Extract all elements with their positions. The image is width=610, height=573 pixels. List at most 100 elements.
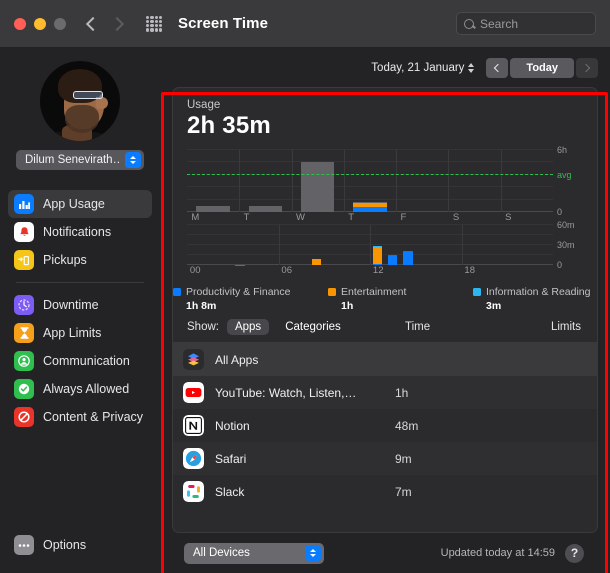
x-axis-tick-label: T xyxy=(348,212,355,223)
date-label: Today, 21 January xyxy=(371,62,465,74)
hourly-x-axis: 00 06 12 18 xyxy=(187,265,585,278)
search-icon xyxy=(464,18,474,29)
legend-label: Productivity & Finance xyxy=(186,286,291,298)
app-row[interactable]: Slack 7m xyxy=(173,475,597,508)
grid-apps-icon[interactable] xyxy=(146,15,162,32)
tab-apps[interactable]: Apps xyxy=(226,319,270,335)
up-down-stepper-icon[interactable] xyxy=(305,545,321,561)
hourly-bar[interactable] xyxy=(311,249,322,265)
legend-item: Productivity & Finance 1h 8m xyxy=(173,286,290,312)
show-toolbar: Show: Apps Categories Time Limits xyxy=(173,310,597,343)
device-filter-dropdown[interactable]: All Devices xyxy=(184,542,324,564)
up-down-stepper-icon[interactable] xyxy=(125,152,141,168)
help-button[interactable]: ? xyxy=(565,543,584,563)
sidebar-item-app-usage[interactable]: App Usage xyxy=(8,190,152,218)
gridline xyxy=(187,161,553,163)
date-step-controls: Today xyxy=(486,58,598,78)
sidebar-item-label: Pickups xyxy=(43,253,87,267)
show-label: Show: xyxy=(187,321,219,333)
previous-day-button[interactable] xyxy=(486,58,509,78)
bar-segment xyxy=(387,256,398,265)
bottom-toolbar: All Devices Updated today at 14:59 ? xyxy=(172,533,598,573)
app-name: YouTube: Watch, Listen,… xyxy=(215,385,357,400)
check-badge-icon xyxy=(14,379,34,399)
back-chevron-icon[interactable] xyxy=(85,16,101,31)
sidebar-item-notifications[interactable]: Notifications xyxy=(8,218,152,246)
app-row[interactable]: Notion 48m xyxy=(173,409,597,442)
sidebar-item-content-privacy[interactable]: Content & Privacy xyxy=(8,403,152,431)
app-row[interactable]: YouTube: Watch, Listen,… 1h xyxy=(173,376,597,409)
bell-icon xyxy=(14,222,34,242)
gridline xyxy=(448,150,450,212)
up-down-stepper-icon[interactable] xyxy=(468,63,475,73)
zoom-button[interactable] xyxy=(54,17,66,30)
weekly-chart: 0 avg 6h xyxy=(187,145,585,217)
sidebar-item-pickups[interactable]: Pickups xyxy=(8,246,152,274)
tab-categories[interactable]: Categories xyxy=(277,319,349,335)
close-button[interactable] xyxy=(14,17,26,30)
slack-icon xyxy=(183,481,204,502)
sidebar-item-always-allowed[interactable]: Always Allowed xyxy=(8,375,152,403)
x-axis-tick-label: F xyxy=(400,212,407,223)
x-axis-tick-label: S xyxy=(452,212,460,223)
sidebar-item-label: Always Allowed xyxy=(43,382,130,396)
weekly-bar[interactable] xyxy=(353,187,387,212)
hourly-chart: 0 30m 60m xyxy=(187,220,585,270)
average-line xyxy=(187,173,553,175)
usage-summary: Usage 2h 35m xyxy=(173,88,597,140)
sidebar-divider xyxy=(16,282,144,283)
user-selector[interactable]: Dilum Senevirath… xyxy=(16,150,144,170)
weekly-bar[interactable] xyxy=(196,193,230,212)
hourly-bar[interactable] xyxy=(403,241,413,265)
sidebar: Dilum Senevirath… App Usage Notification… xyxy=(0,47,160,573)
forward-chevron-icon[interactable] xyxy=(109,16,125,31)
date-selector[interactable]: Today, 21 January xyxy=(371,62,475,74)
x-axis-tick-label: T xyxy=(243,212,250,223)
clock-icon xyxy=(14,295,34,315)
app-time: 9m xyxy=(395,451,412,466)
minimize-button[interactable] xyxy=(34,17,46,30)
search-input[interactable] xyxy=(480,16,588,31)
sidebar-item-app-limits[interactable]: App Limits xyxy=(8,319,152,347)
sidebar-item-label: Content & Privacy xyxy=(43,410,144,424)
no-entry-icon xyxy=(14,407,34,427)
y-axis-tick-label: avg xyxy=(557,169,572,180)
title-bar: Screen Time xyxy=(0,0,610,47)
ellipsis-icon xyxy=(14,535,34,555)
weekly-plot-area[interactable] xyxy=(187,149,553,212)
hourly-bar[interactable] xyxy=(372,238,383,265)
weekly-bar[interactable] xyxy=(248,193,283,212)
bar-segment xyxy=(403,252,413,265)
bar-segment xyxy=(300,161,335,212)
sidebar-item-downtime[interactable]: Downtime xyxy=(8,291,152,319)
window-body: Dilum Senevirath… App Usage Notification… xyxy=(0,47,610,573)
legend-label: Entertainment xyxy=(341,286,407,298)
y-axis-tick-label: 30m xyxy=(557,240,575,250)
gridline xyxy=(187,149,553,150)
gridline xyxy=(291,150,293,212)
app-list[interactable]: All Apps YouTube: Watch, Listen,… 1h Notion… xyxy=(173,343,597,532)
column-header-time: Time xyxy=(405,321,431,333)
usage-label: Usage xyxy=(187,99,221,111)
legend-swatch xyxy=(328,288,336,296)
y-axis-tick-label: 6h xyxy=(557,145,568,155)
sidebar-item-options[interactable]: Options xyxy=(8,531,152,559)
charts-area: 0 avg 6h MTWTFSS 0 30m 60m 00 06 12 18 xyxy=(173,140,597,278)
sidebar-item-communication[interactable]: Communication xyxy=(8,347,152,375)
device-filter-label: All Devices xyxy=(193,547,250,559)
hourly-plot-area[interactable] xyxy=(187,224,553,265)
category-legend: Productivity & Finance 1h 8m Entertainment… xyxy=(173,278,597,312)
x-axis-tick-label: M xyxy=(191,212,200,223)
navigation-buttons xyxy=(85,16,125,31)
app-row[interactable]: All Apps xyxy=(173,343,597,376)
weekly-bar[interactable] xyxy=(300,156,335,212)
x-axis-tick-label: W xyxy=(295,212,305,223)
bar-segment xyxy=(372,247,383,264)
search-field[interactable] xyxy=(456,12,596,35)
gridline xyxy=(278,225,280,265)
today-button[interactable]: Today xyxy=(510,58,574,78)
app-row[interactable]: Safari 9m xyxy=(173,442,597,475)
x-axis-tick-label: 06 xyxy=(281,265,292,276)
hourly-bar[interactable] xyxy=(387,245,398,265)
legend-item: Entertainment 1h xyxy=(328,286,406,312)
